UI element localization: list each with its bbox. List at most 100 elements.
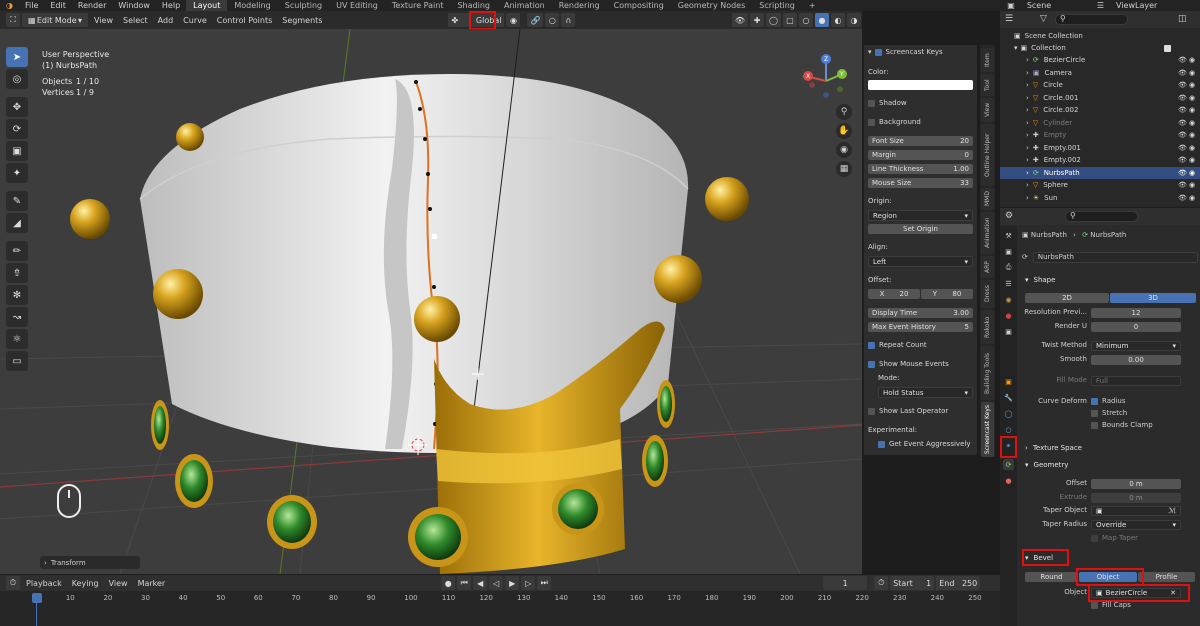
snap-icon[interactable]: 🔗 [527, 13, 544, 27]
scene-name[interactable]: Scene [1021, 0, 1091, 11]
bevel-mode-profile-button[interactable]: Profile [1138, 572, 1195, 582]
zoom-icon[interactable]: ⚲ [836, 104, 852, 120]
chevron-right-icon[interactable]: › [1026, 119, 1029, 127]
xray-icon[interactable]: ▢ [783, 13, 797, 27]
show-last-operator-checkbox[interactable] [868, 407, 875, 415]
cursor-tool-icon[interactable]: ◎ [6, 69, 28, 89]
chevron-right-icon[interactable]: › [1026, 194, 1029, 202]
annotate-tool-icon[interactable]: ✎ [6, 191, 28, 211]
offset-y-field[interactable]: Y 80 [921, 289, 973, 299]
background-option[interactable]: Background [868, 118, 973, 126]
filter-icon[interactable]: ▽ [1040, 14, 1047, 24]
extrude-tool-icon[interactable]: ⇮ [6, 263, 28, 283]
map-taper-option[interactable]: Map Taper [1091, 534, 1138, 542]
physics-properties-icon[interactable]: ○ [1003, 424, 1014, 435]
gizmo-icon[interactable]: ✚ [750, 13, 765, 27]
repeat-count-checkbox[interactable] [868, 341, 875, 349]
next-keyframe-icon[interactable]: ▷ [521, 576, 536, 590]
mouse-size-field[interactable]: Mouse Size 33 [868, 178, 973, 188]
constraint-properties-icon[interactable]: ⚭ [1003, 440, 1014, 451]
menu-edit[interactable]: Edit [44, 0, 72, 11]
chevron-right-icon[interactable]: › [1026, 94, 1029, 102]
outliner-item[interactable]: › ▽ Circle 👁 ◉ [1000, 79, 1200, 91]
outliner-item[interactable]: › ▽ Cylinder 👁 ◉ [1000, 117, 1200, 129]
measure-tool-icon[interactable]: ◢ [6, 213, 28, 233]
show-last-operator-option[interactable]: Show Last Operator [868, 407, 973, 415]
workspace-tab-layout[interactable]: Layout [186, 0, 228, 11]
material-properties-icon[interactable]: ● [1003, 475, 1014, 486]
set-origin-button[interactable]: Set Origin [868, 224, 973, 234]
collection-row[interactable]: ▾ ▣ Collection [1000, 42, 1200, 54]
chevron-right-icon[interactable]: › [1026, 131, 1029, 139]
render-camera-icon[interactable]: ◉ [1189, 169, 1195, 177]
menu-file[interactable]: File [19, 0, 44, 11]
visibility-icon[interactable]: 👁 [731, 13, 749, 27]
render-camera-icon[interactable]: ◉ [1189, 156, 1195, 164]
radius-checkbox[interactable] [1091, 397, 1098, 405]
outliner-filter-icon[interactable]: ◫ [1178, 14, 1187, 24]
render-camera-icon[interactable]: ◉ [1189, 81, 1195, 89]
record-icon[interactable]: ● [441, 576, 456, 590]
background-checkbox[interactable] [868, 118, 875, 126]
workspace-tab-geometry-nodes[interactable]: Geometry Nodes [671, 0, 752, 11]
outliner-item[interactable]: › ✚ Empty.002 👁 ◉ [1000, 154, 1200, 166]
outliner-item[interactable]: › ✚ Empty.001 👁 ◉ [1000, 142, 1200, 154]
rotate-tool-icon[interactable]: ⟳ [6, 119, 28, 139]
dimension-2d-button[interactable]: 2D [1025, 293, 1109, 303]
3d-viewport[interactable]: ➤ ◎ ✥ ⟳ ▣ ✦ ✎ ◢ ✏ ⇮ ✻ ↝ ⚛ ▭ User Perspec… [0, 29, 862, 574]
properties-search-input[interactable]: ⚲ [1065, 211, 1138, 222]
jump-end-icon[interactable]: ⏭ [537, 576, 552, 590]
origin-dropdown[interactable]: Region ▾ [868, 210, 973, 221]
workspace-tab-animation[interactable]: Animation [497, 0, 552, 11]
display-time-field[interactable]: Display Time 3.00 [868, 308, 973, 318]
tab-building-tools[interactable]: Building Tools [981, 346, 994, 400]
viewport-menu-curve[interactable]: Curve [178, 16, 212, 25]
shadow-checkbox[interactable] [868, 99, 875, 107]
draw-tool-icon[interactable]: ✏ [6, 241, 28, 261]
tab-view[interactable]: View [981, 98, 994, 122]
chevron-right-icon[interactable]: › [1026, 181, 1029, 189]
dimension-3d-button[interactable]: 3D [1110, 293, 1196, 303]
rendered-shading-icon[interactable]: ◑ [847, 13, 861, 27]
outliner-item[interactable]: › ✚ Empty 👁 ◉ [1000, 129, 1200, 141]
extrude-field[interactable]: 0 m [1091, 493, 1181, 503]
tab-arp[interactable]: ARP [981, 256, 994, 278]
font-size-field[interactable]: Font Size 20 [868, 136, 973, 146]
viewport-menu-segments[interactable]: Segments [277, 16, 327, 25]
curve-data-properties-icon[interactable]: ⟳ [1003, 459, 1014, 470]
editor-type-icon[interactable]: ⛶ [6, 13, 20, 27]
proportional-edit-icon[interactable]: ○ [545, 13, 560, 27]
chevron-right-icon[interactable]: › [1026, 106, 1029, 114]
bevel-mode-object-button[interactable]: Object [1079, 572, 1137, 582]
properties-editor-icon[interactable]: ⚙ [1005, 211, 1013, 221]
world-properties-icon[interactable]: ● [1003, 310, 1014, 321]
scene-collection-row[interactable]: ▣ Scene Collection [1000, 30, 1200, 42]
outliner-editor-icon[interactable]: ☰ [1005, 14, 1013, 24]
color-swatch[interactable] [868, 80, 973, 90]
render-camera-icon[interactable]: ◉ [1189, 119, 1195, 127]
blender-logo-icon[interactable]: ◑ [0, 0, 19, 11]
datablock-name-field[interactable]: NurbsPath [1032, 251, 1198, 263]
particles-properties-icon[interactable]: ◯ [1003, 408, 1014, 419]
material-shading-icon[interactable]: ◐ [831, 13, 845, 27]
taper-object-field[interactable]: ▣ ℳ [1091, 506, 1181, 516]
workspace-tab-uv-editing[interactable]: UV Editing [329, 0, 385, 11]
solid-shading-icon[interactable]: ● [815, 13, 829, 27]
outliner-search-input[interactable]: ⚲ [1055, 14, 1128, 25]
fill-mode-dropdown[interactable]: Full [1091, 376, 1181, 386]
offset-x-field[interactable]: X 20 [868, 289, 920, 299]
visibility-eye-icon[interactable]: 👁 [1178, 194, 1187, 202]
show-mouse-events-checkbox[interactable] [868, 360, 875, 368]
texture-space-section-header[interactable]: › Texture Space [1020, 441, 1198, 454]
shear-tool-icon[interactable]: ▭ [6, 351, 28, 371]
object-properties-icon[interactable]: ▣ [1003, 376, 1014, 387]
get-event-aggressively-checkbox[interactable] [878, 440, 885, 448]
start-frame-field[interactable]: Start 1 [890, 576, 935, 590]
visibility-eye-icon[interactable]: 👁 [1178, 81, 1187, 89]
visibility-eye-icon[interactable]: 👁 [1178, 94, 1187, 102]
visibility-eye-icon[interactable]: 👁 [1178, 169, 1187, 177]
overlays-icon[interactable]: ◯ [766, 13, 781, 27]
timeline-editor-icon[interactable]: ⏱ [6, 576, 20, 590]
fill-caps-checkbox[interactable] [1091, 601, 1098, 609]
visibility-eye-icon[interactable]: 👁 [1178, 181, 1187, 189]
